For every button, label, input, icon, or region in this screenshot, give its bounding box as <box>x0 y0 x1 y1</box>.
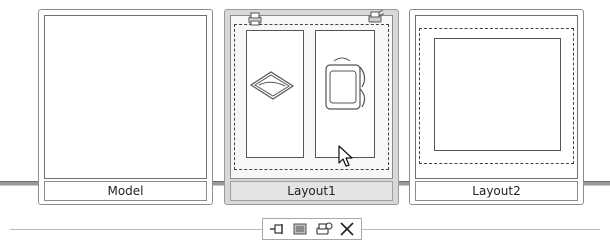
page-setup-icon[interactable] <box>247 12 263 26</box>
toolbar-rule-right <box>362 229 600 230</box>
chair-side-view-icon <box>325 57 366 110</box>
layout1-thumbnail[interactable]: Layout1 <box>224 9 399 205</box>
pin-button[interactable] <box>267 220 287 238</box>
chair-top-view-icon <box>249 71 295 100</box>
layout2-preview[interactable] <box>415 15 578 179</box>
publish-icon <box>316 222 333 235</box>
new-layout-icon <box>293 223 307 235</box>
layout2-tab-label[interactable]: Layout2 <box>415 181 578 201</box>
toolbar-rule-left <box>10 229 262 230</box>
publish-button[interactable] <box>314 220 334 238</box>
mouse-cursor-icon <box>338 145 353 167</box>
plot-icon[interactable] <box>367 10 385 26</box>
viewport-right <box>315 30 375 158</box>
close-icon <box>340 222 354 236</box>
close-button[interactable] <box>337 220 357 238</box>
layout1-preview[interactable] <box>230 10 393 179</box>
model-preview[interactable] <box>44 15 207 179</box>
layout-toolbar <box>262 218 362 240</box>
viewport <box>434 38 561 151</box>
layout2-thumbnail[interactable]: Layout2 <box>409 9 584 205</box>
layout-thumbnail-strip: Model Layout1 Layout2 <box>0 0 610 243</box>
model-thumbnail[interactable]: Model <box>38 9 213 205</box>
model-tab-label[interactable]: Model <box>44 181 207 201</box>
new-layout-button[interactable] <box>290 220 310 238</box>
pin-icon <box>269 224 283 234</box>
layout1-tab-label[interactable]: Layout1 <box>230 181 393 201</box>
viewport-left <box>246 30 304 158</box>
